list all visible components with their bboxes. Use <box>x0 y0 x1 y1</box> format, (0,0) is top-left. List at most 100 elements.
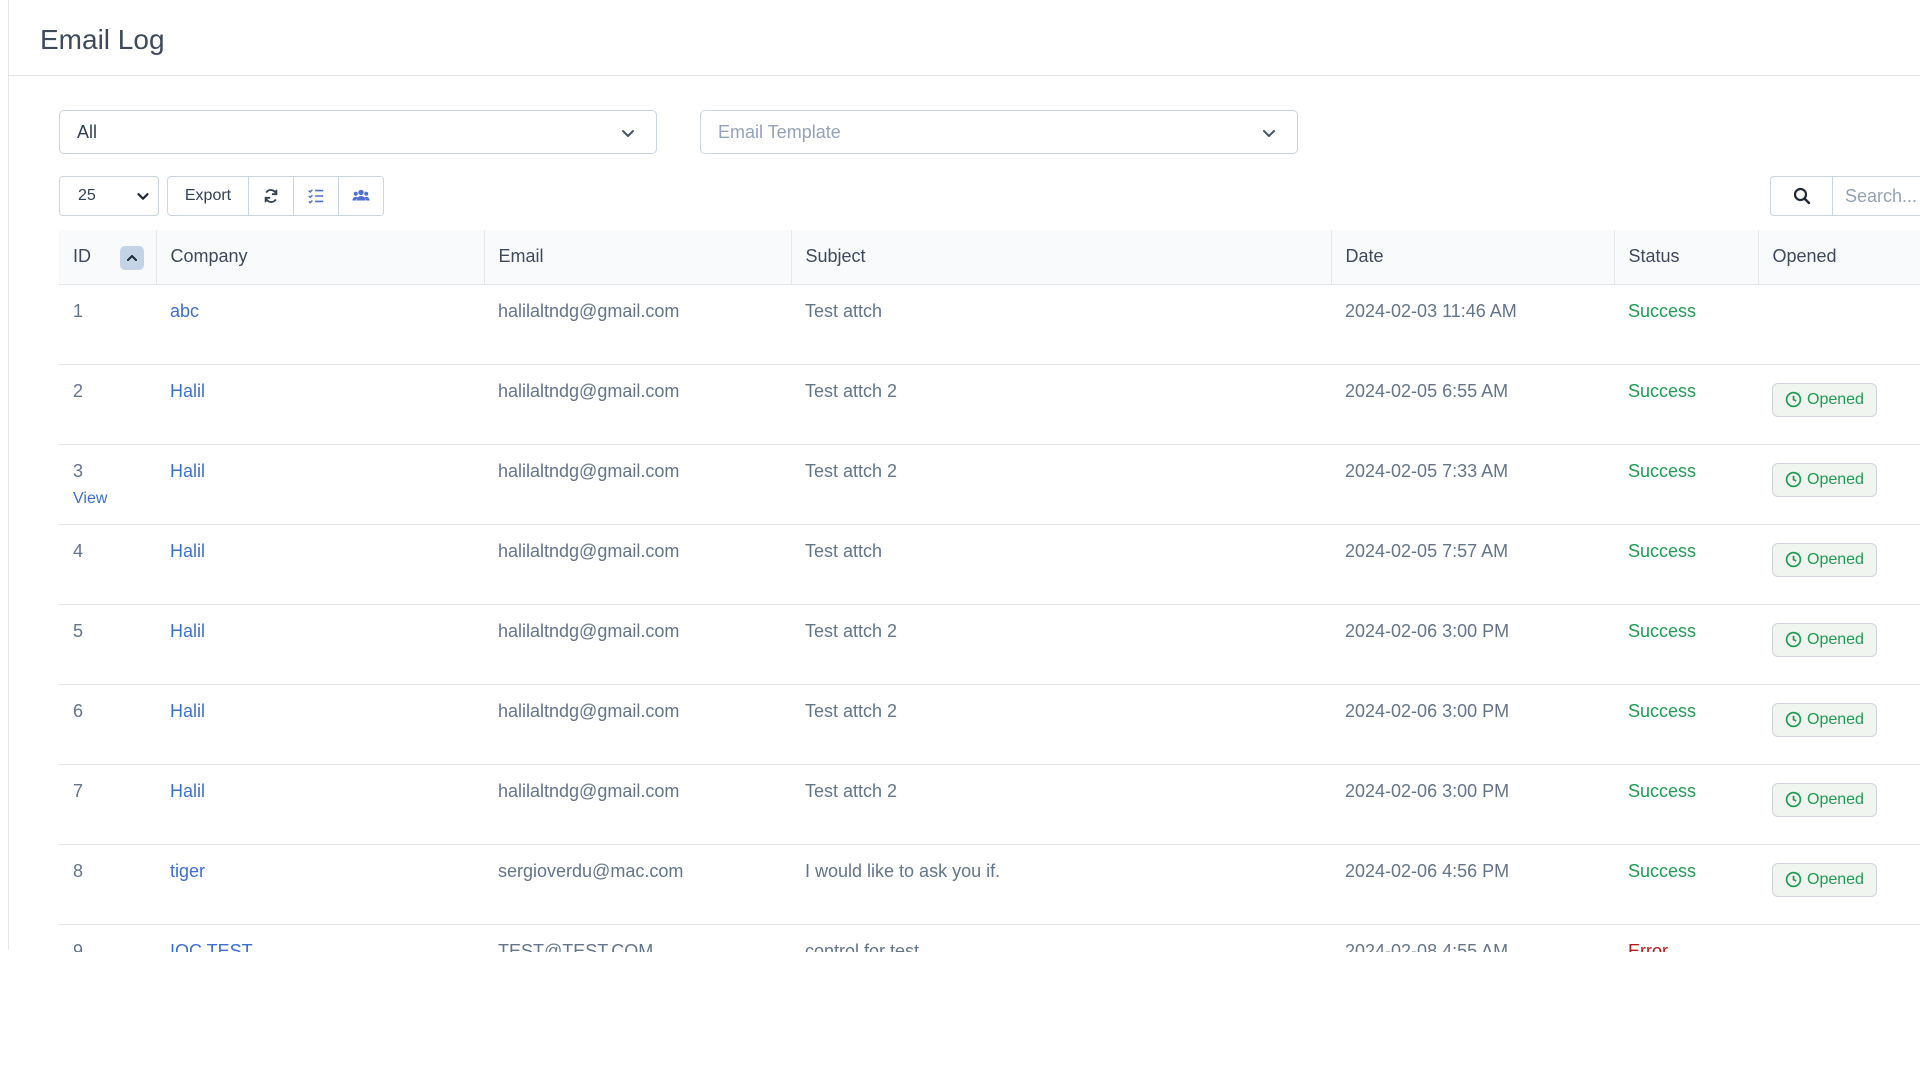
table-row[interactable]: 6 Halil halilaltndg@gmail.com Test attch… <box>59 684 1920 765</box>
cell-opened: Opened <box>1758 764 1920 845</box>
column-header-label: Subject <box>805 246 866 267</box>
cell-status: Success <box>1614 604 1758 685</box>
column-header-label: ID <box>73 246 91 267</box>
cell-opened: Opened <box>1758 844 1920 925</box>
company-link[interactable]: Halil <box>170 621 205 641</box>
clock-icon <box>1785 391 1802 408</box>
email-template-select[interactable]: Email Template <box>700 110 1298 154</box>
cell-id: 2 <box>59 364 156 445</box>
cell-id: 7 <box>59 764 156 845</box>
cell-date: 2024-02-06 3:00 PM <box>1331 684 1614 765</box>
type-filter-select[interactable]: All <box>59 110 657 154</box>
cell-date: 2024-02-06 3:00 PM <box>1331 604 1614 685</box>
cell-subject: Test attch 2 <box>791 764 1331 845</box>
cell-date: 2024-02-06 4:56 PM <box>1331 844 1614 925</box>
cell-subject: Test attch <box>791 284 1331 365</box>
company-link[interactable]: Halil <box>170 541 205 561</box>
opened-label: Opened <box>1807 790 1864 808</box>
search-box <box>1770 176 1920 216</box>
column-header-id[interactable]: ID <box>59 230 157 285</box>
cell-status: Success <box>1614 524 1758 605</box>
search-icon <box>1793 187 1810 205</box>
opened-label: Opened <box>1807 470 1864 488</box>
column-header-date[interactable]: Date <box>1331 230 1615 285</box>
cell-subject: Test attch 2 <box>791 684 1331 765</box>
opened-badge: Opened <box>1772 862 1877 897</box>
column-header-label: Opened <box>1772 246 1837 267</box>
sort-ascending-icon[interactable] <box>120 246 144 270</box>
company-link[interactable]: abc <box>170 301 199 321</box>
view-link[interactable]: View <box>73 490 142 508</box>
cell-id: 6 <box>59 684 156 765</box>
email-log-table: ID Company Email Subject Date Status Ope… <box>59 230 1920 1005</box>
table-row[interactable]: 4 Halil halilaltndg@gmail.com Test attch… <box>59 524 1920 605</box>
cell-email: halilaltndg@gmail.com <box>484 444 791 525</box>
clock-icon <box>1785 871 1802 888</box>
company-link[interactable]: Halil <box>170 381 205 401</box>
cell-date: 2024-02-05 6:55 AM <box>1331 364 1614 445</box>
cell-id: 3 View <box>59 444 156 525</box>
column-header-label: Email <box>498 246 544 267</box>
row-id: 3 <box>73 460 84 481</box>
table-row[interactable]: 3 View Halil halilaltndg@gmail.com Test a… <box>59 444 1920 525</box>
cell-subject: Test attch 2 <box>791 444 1331 525</box>
column-toggle-button[interactable] <box>294 177 339 215</box>
cell-opened: Opened <box>1758 524 1920 605</box>
column-header-status[interactable]: Status <box>1614 230 1759 285</box>
cell-subject: Test attch <box>791 524 1331 605</box>
opened-label: Opened <box>1807 870 1864 888</box>
search-input[interactable] <box>1843 185 1920 208</box>
opened-label: Opened <box>1807 710 1864 728</box>
company-link[interactable]: tiger <box>170 861 205 881</box>
opened-label: Opened <box>1807 390 1864 408</box>
cell-status: Success <box>1614 364 1758 445</box>
table-header-row: ID Company Email Subject Date Status Ope… <box>59 230 1920 285</box>
opened-badge: Opened <box>1772 382 1877 417</box>
cell-status: Success <box>1614 764 1758 845</box>
company-link[interactable]: Halil <box>170 461 205 481</box>
clock-icon <box>1785 471 1802 488</box>
cell-email: halilaltndg@gmail.com <box>484 764 791 845</box>
company-link[interactable]: Halil <box>170 701 205 721</box>
search-button[interactable] <box>1771 177 1833 215</box>
email-template-placeholder: Email Template <box>718 122 841 142</box>
clock-icon <box>1785 551 1802 568</box>
page-size-value: 25 <box>78 187 96 204</box>
column-header-email[interactable]: Email <box>484 230 792 285</box>
cell-id: 8 <box>59 844 156 925</box>
cell-id: 4 <box>59 524 156 605</box>
cell-email: halilaltndg@gmail.com <box>484 284 791 365</box>
table-actions: Export <box>167 176 384 216</box>
chevron-down-icon <box>137 193 149 200</box>
chevron-down-icon <box>622 130 634 137</box>
cell-status: Success <box>1614 844 1758 925</box>
cell-opened: Opened <box>1758 364 1920 445</box>
table-row[interactable]: 2 Halil halilaltndg@gmail.com Test attch… <box>59 364 1920 445</box>
column-header-company[interactable]: Company <box>156 230 485 285</box>
users-button[interactable] <box>339 177 383 215</box>
opened-label: Opened <box>1807 550 1864 568</box>
cell-subject: Test attch 2 <box>791 604 1331 685</box>
table-row[interactable]: 1 abc halilaltndg@gmail.com Test attch 2… <box>59 284 1920 365</box>
page-size-select[interactable]: 25 <box>59 176 159 216</box>
column-header-opened[interactable]: Opened <box>1758 230 1920 285</box>
cell-opened: Opened <box>1758 684 1920 765</box>
cell-email: halilaltndg@gmail.com <box>484 524 791 605</box>
column-header-label: Company <box>170 246 248 267</box>
company-link[interactable]: Halil <box>170 781 205 801</box>
checklist-icon <box>308 189 324 204</box>
refresh-button[interactable] <box>249 177 294 215</box>
table-row[interactable]: 7 Halil halilaltndg@gmail.com Test attch… <box>59 764 1920 845</box>
cell-opened: Opened <box>1758 444 1920 525</box>
table-row[interactable]: 5 Halil halilaltndg@gmail.com Test attch… <box>59 604 1920 685</box>
refresh-icon <box>264 189 278 203</box>
clock-icon <box>1785 631 1802 648</box>
column-header-subject[interactable]: Subject <box>791 230 1332 285</box>
page-title: Email Log <box>40 24 165 55</box>
cell-subject: I would like to ask you if. <box>791 844 1331 925</box>
export-button[interactable]: Export <box>168 177 249 215</box>
table-row[interactable]: 8 tiger sergioverdu@mac.com I would like… <box>59 844 1920 925</box>
cell-email: halilaltndg@gmail.com <box>484 364 791 445</box>
cell-opened <box>1758 284 1920 365</box>
cell-date: 2024-02-05 7:57 AM <box>1331 524 1614 605</box>
